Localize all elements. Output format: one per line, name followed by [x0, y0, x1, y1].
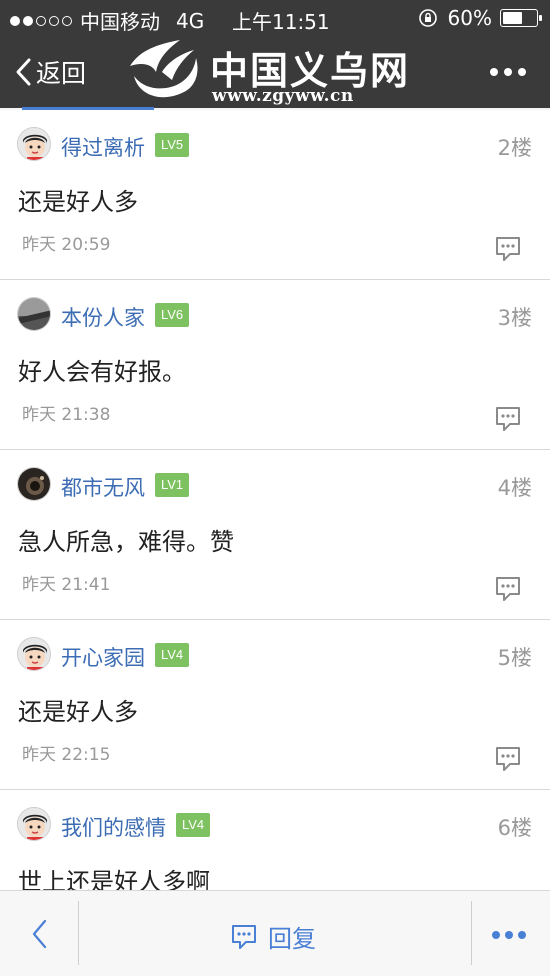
- comment-time: 昨天 21:38: [22, 405, 111, 425]
- comment-text: 急人所急，难得。赞: [18, 528, 234, 556]
- logo-url: www.zgyww.cn: [212, 86, 354, 106]
- floor-number: 3楼: [497, 306, 532, 330]
- floor-number: 5楼: [497, 646, 532, 670]
- avatar[interactable]: [17, 297, 51, 331]
- username[interactable]: 开心家园: [61, 642, 145, 672]
- logo-emblem-icon: [130, 40, 198, 98]
- reply-icon[interactable]: [494, 575, 522, 603]
- battery-percent: 60%: [447, 6, 492, 30]
- username[interactable]: 本份人家: [61, 302, 145, 332]
- chevron-left-icon: [16, 58, 31, 86]
- status-bar: 中国移动 4G 上午11:51 60%: [0, 0, 550, 36]
- signal-icon: [10, 15, 72, 26]
- dot-icon: [505, 931, 513, 939]
- divider: [471, 901, 472, 965]
- comment-text: 好人会有好报。: [18, 358, 186, 386]
- chevron-left-icon: [32, 919, 47, 949]
- reply-icon[interactable]: [494, 235, 522, 263]
- avatar[interactable]: [17, 467, 51, 501]
- reply-icon[interactable]: [494, 405, 522, 433]
- avatar[interactable]: [17, 127, 51, 161]
- more-options-button[interactable]: [492, 931, 526, 939]
- status-left: 中国移动 4G: [10, 6, 204, 35]
- comment-list[interactable]: 得过离析 LV5 2楼 还是好人多 昨天 20:59 本份人家 LV6 3楼 好…: [0, 110, 550, 890]
- avatar[interactable]: [17, 637, 51, 671]
- level-badge: LV6: [155, 303, 190, 327]
- clock: 上午11:51: [232, 10, 330, 34]
- username[interactable]: 得过离析: [61, 132, 145, 162]
- status-right: 60%: [418, 6, 542, 30]
- more-menu-button[interactable]: [490, 68, 526, 76]
- comment-item: 开心家园 LV4 5楼 还是好人多 昨天 22:15: [0, 620, 550, 790]
- dot-icon: [518, 68, 526, 76]
- network-label: 4G: [176, 8, 205, 33]
- comment-item: 我们的感情 LV4 6楼 世上还是好人多啊: [0, 790, 550, 890]
- nav-bar: 返回 中国义乌网 www.zgyww.cn: [0, 36, 550, 108]
- comment-text: 还是好人多: [18, 698, 138, 726]
- comment-item: 得过离析 LV5 2楼 还是好人多 昨天 20:59: [0, 110, 550, 280]
- dot-icon: [492, 931, 500, 939]
- comment-time: 昨天 20:59: [22, 235, 111, 255]
- dot-icon: [504, 68, 512, 76]
- comment-time: 昨天 21:41: [22, 575, 111, 595]
- bottom-toolbar: 回复: [0, 890, 550, 976]
- floor-number: 4楼: [497, 476, 532, 500]
- level-badge: LV4: [176, 813, 211, 837]
- reply-label: 回复: [268, 925, 316, 953]
- username[interactable]: 都市无风: [61, 472, 145, 502]
- level-badge: LV4: [155, 643, 190, 667]
- comment-item: 本份人家 LV6 3楼 好人会有好报。 昨天 21:38: [0, 280, 550, 450]
- dot-icon: [490, 68, 498, 76]
- avatar[interactable]: [17, 807, 51, 841]
- carrier-label: 中国移动: [80, 10, 160, 34]
- level-badge: LV1: [155, 473, 190, 497]
- prev-button[interactable]: [0, 891, 78, 976]
- battery-icon: [500, 9, 542, 27]
- floor-number: 2楼: [497, 136, 532, 160]
- floor-number: 6楼: [497, 816, 532, 840]
- reply-button[interactable]: 回复: [230, 919, 316, 954]
- comment-time: 昨天 22:15: [22, 745, 111, 765]
- reply-icon[interactable]: [494, 745, 522, 773]
- back-label: 返回: [36, 59, 87, 88]
- back-button[interactable]: 返回: [14, 54, 86, 90]
- comment-text: 世上还是好人多啊: [18, 868, 210, 890]
- comment-icon: [232, 924, 256, 949]
- username[interactable]: 我们的感情: [61, 812, 166, 842]
- comment-text: 还是好人多: [18, 188, 138, 216]
- level-badge: LV5: [155, 133, 190, 157]
- site-logo: 中国义乌网 www.zgyww.cn: [122, 36, 422, 108]
- divider: [78, 901, 79, 965]
- dot-icon: [518, 931, 526, 939]
- rotation-lock-icon: [418, 9, 437, 27]
- comment-item: 都市无风 LV1 4楼 急人所急，难得。赞 昨天 21:41: [0, 450, 550, 620]
